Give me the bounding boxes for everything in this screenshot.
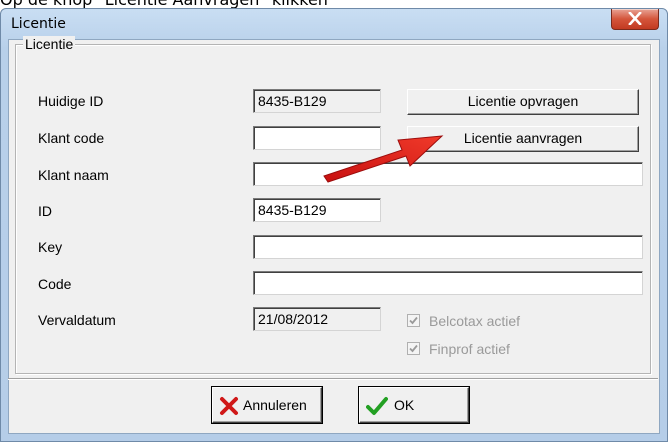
klant-code-label: Klant code	[38, 130, 105, 146]
id-field[interactable]: 8435-B129	[253, 198, 381, 222]
klant-naam-label: Klant naam	[38, 167, 109, 183]
close-button[interactable]	[611, 9, 659, 30]
licentie-opvragen-button[interactable]: Licentie opvragen	[407, 89, 639, 115]
red-arrow-annotation	[323, 135, 444, 183]
green-check-icon	[366, 397, 388, 415]
title-bar: Licentie	[1, 9, 667, 39]
code-label: Code	[38, 276, 72, 292]
window-title: Licentie	[11, 16, 66, 32]
button-separator	[8, 378, 658, 380]
annuleren-button[interactable]: Annuleren	[212, 387, 322, 423]
ok-label: OK	[394, 397, 415, 413]
check-icon	[409, 316, 418, 325]
id-label: ID	[38, 203, 52, 219]
check-icon	[409, 344, 418, 353]
close-icon	[628, 12, 642, 25]
key-field[interactable]	[253, 235, 643, 259]
huidige-id-field: 8435-B129	[253, 89, 381, 113]
vervaldatum-label: Vervaldatum	[38, 312, 116, 328]
belcotax-checkbox	[407, 314, 420, 327]
finprof-checkbox	[407, 342, 420, 355]
finprof-checkbox-label: Finprof actief	[429, 341, 510, 357]
huidige-id-label: Huidige ID	[38, 93, 104, 109]
red-x-icon	[220, 397, 238, 415]
key-label: Key	[38, 239, 63, 255]
vervaldatum-field: 21/08/2012	[253, 307, 381, 331]
group-legend: Licentie	[23, 36, 76, 52]
belcotax-checkbox-label: Belcotax actief	[429, 313, 521, 329]
ok-button[interactable]: OK	[359, 387, 469, 423]
annuleren-label: Annuleren	[243, 397, 307, 413]
code-field[interactable]	[253, 271, 643, 295]
